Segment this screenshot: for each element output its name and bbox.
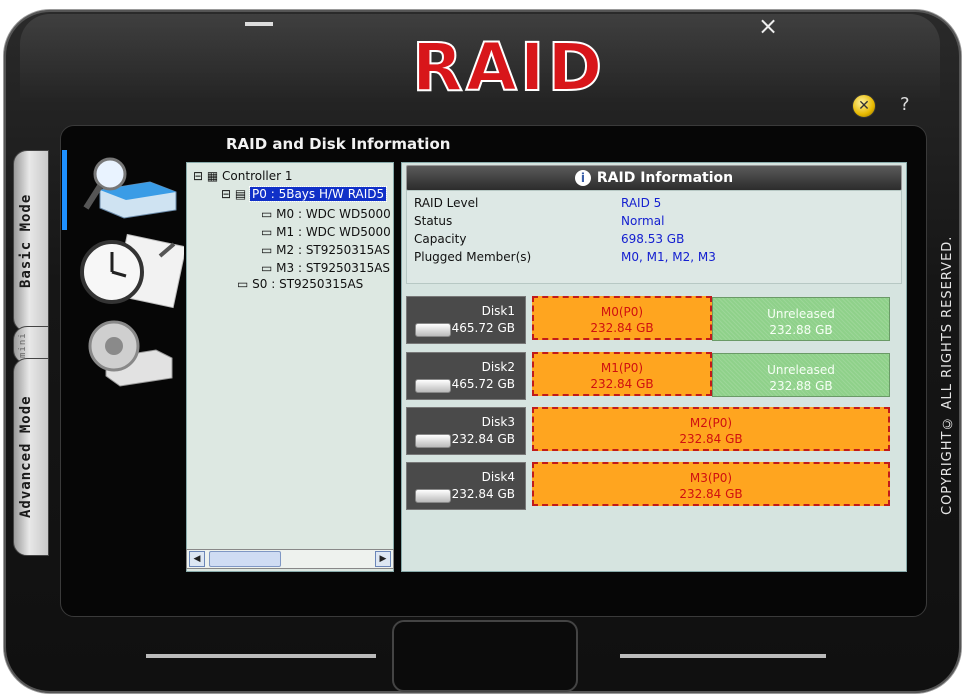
disk-name: Disk3	[481, 415, 515, 429]
unreleased-label: Unreleased	[767, 363, 835, 377]
disk-4-button[interactable]: Disk4 232.84 GB	[406, 462, 526, 510]
settings-gear-icon[interactable]	[76, 318, 176, 388]
unreleased-size: 232.88 GB	[769, 379, 833, 393]
disk-name: Disk2	[481, 360, 515, 374]
help-button[interactable]: ?	[900, 94, 910, 115]
disk-size: 465.72 GB	[451, 321, 515, 335]
unreleased-label: Unreleased	[767, 307, 835, 321]
tree-item-raid[interactable]: ⊟ ▤ P0 : 5Bays H/W RAID5	[221, 186, 388, 202]
info-label-plugged-members: Plugged Member(s)	[414, 250, 532, 264]
logo-text: RAID	[411, 29, 606, 106]
bottom-decor-left	[146, 654, 376, 658]
tree-member-label: M1 : WDC WD5000	[276, 225, 391, 239]
tree-controller-label: Controller 1	[222, 169, 293, 183]
scroll-right-arrow-icon[interactable]: ▶	[375, 551, 391, 567]
hard-drive-icon	[415, 434, 451, 448]
member-size: 232.84 GB	[679, 487, 743, 501]
unreleased-segment: Unreleased 232.88 GB	[712, 353, 890, 397]
scrollbar-thumb[interactable]	[209, 551, 281, 567]
page-title: RAID and Disk Information	[226, 135, 451, 153]
member-size: 232.84 GB	[590, 321, 654, 335]
raid-logo: RAID	[411, 29, 606, 106]
disk-3-button[interactable]: Disk3 232.84 GB	[406, 407, 526, 455]
disk-information-icon[interactable]	[80, 152, 180, 222]
tree-item-member[interactable]: ▭ M2 : ST9250315AS	[261, 243, 390, 257]
scroll-left-arrow-icon[interactable]: ◀	[189, 551, 205, 567]
info-value-status: Normal	[621, 214, 665, 228]
member-label: M0(P0)	[600, 305, 644, 319]
member-segment[interactable]: M3(P0) 232.84 GB	[532, 462, 890, 506]
tree-member-label: M3 : ST9250315AS	[276, 261, 391, 275]
bottom-touchpad	[392, 620, 578, 692]
close-button[interactable]: ×	[758, 14, 778, 38]
copyright-text: COPYRIGHT© ALL RIGHTS RESERVED.	[940, 235, 955, 515]
disk-size: 232.84 GB	[451, 432, 515, 446]
info-label-status: Status	[414, 214, 453, 228]
member-label: M1(P0)	[600, 361, 644, 375]
tree-item-controller[interactable]: ⊟ ▦ Controller 1	[193, 169, 293, 183]
tree-spare-label: S0 : ST9250315AS	[252, 277, 364, 291]
hard-drive-icon	[415, 323, 451, 337]
disk-2-button[interactable]: Disk2 465.72 GB	[406, 352, 526, 400]
member-segment[interactable]: M0(P0) 232.84 GB	[532, 296, 712, 340]
info-value-capacity: 698.53 GB	[621, 232, 685, 246]
hard-drive-icon	[415, 379, 451, 393]
unreleased-segment: Unreleased 232.88 GB	[712, 297, 890, 341]
tree-item-spare[interactable]: ▭ S0 : ST9250315AS	[237, 277, 363, 291]
device-tree: ⊟ ▦ Controller 1 ⊟ ▤ P0 : 5Bays H/W RAID…	[186, 162, 394, 572]
member-size: 232.84 GB	[590, 377, 654, 391]
active-mode-indicator	[62, 150, 67, 230]
tree-horizontal-scrollbar[interactable]: ◀ ▶	[186, 549, 394, 569]
unreleased-size: 232.88 GB	[769, 323, 833, 337]
member-segment[interactable]: M1(P0) 232.84 GB	[532, 352, 712, 396]
tree-member-label: M0 : WDC WD5000	[276, 207, 391, 221]
schedule-clock-icon[interactable]	[74, 232, 184, 312]
minimize-button[interactable]	[245, 22, 273, 26]
tab-basic-mode-label: Basic Mode	[18, 193, 34, 289]
tree-item-member[interactable]: ▭ M3 : ST9250315AS	[261, 261, 390, 275]
disk-name: Disk1	[481, 304, 515, 318]
info-value-plugged-members: M0, M1, M2, M3	[621, 250, 716, 264]
tree-item-member[interactable]: ▭ M1 : WDC WD5000	[261, 225, 391, 239]
disk-size: 232.84 GB	[451, 487, 515, 501]
tree-item-member[interactable]: ▭ M0 : WDC WD5000	[261, 207, 391, 221]
tree-member-label: M2 : ST9250315AS	[276, 243, 391, 257]
member-size: 232.84 GB	[679, 432, 743, 446]
member-label: M3(P0)	[689, 471, 733, 485]
raid-information-header: i RAID Information	[406, 165, 902, 191]
settings-icon[interactable]: ✕	[852, 94, 876, 118]
member-segment[interactable]: M2(P0) 232.84 GB	[532, 407, 890, 451]
tab-basic-mode[interactable]: Basic Mode	[13, 150, 49, 332]
tab-advanced-mode-label: Advanced Mode	[18, 395, 34, 519]
info-label-capacity: Capacity	[414, 232, 467, 246]
disk-size: 465.72 GB	[451, 377, 515, 391]
info-value-raid-level: RAID 5	[621, 196, 662, 210]
member-label: M2(P0)	[689, 416, 733, 430]
info-icon: i	[574, 170, 591, 186]
tree-raid-label: P0 : 5Bays H/W RAID5	[249, 186, 388, 202]
hard-drive-icon	[415, 489, 451, 503]
raid-information-title: RAID Information	[596, 170, 734, 186]
bottom-decor-right	[620, 654, 826, 658]
disk-name: Disk4	[481, 470, 515, 484]
info-label-raid-level: RAID Level	[414, 196, 479, 210]
disk-1-button[interactable]: Disk1 465.72 GB	[406, 296, 526, 344]
tab-advanced-mode[interactable]: Advanced Mode	[13, 358, 49, 556]
